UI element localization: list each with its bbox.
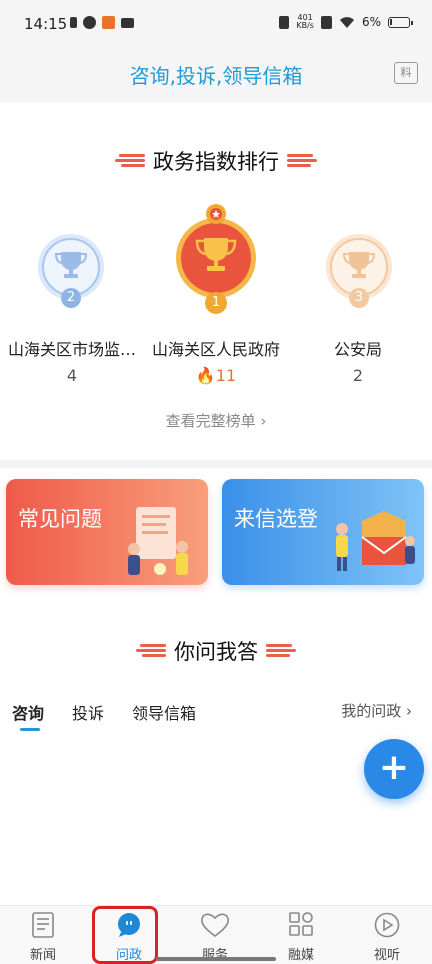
signal-off-icon: [320, 15, 332, 29]
nav-item-video[interactable]: 视听: [344, 906, 430, 964]
rank-count-value: 11: [215, 366, 237, 385]
nav-highlight-box: [92, 906, 158, 964]
message-icon[interactable]: 料: [394, 62, 418, 84]
faq-illustration-icon: [128, 507, 188, 575]
crown-badge-icon: [206, 204, 226, 224]
plus-icon[interactable]: +: [364, 739, 424, 799]
letters-card[interactable]: 来信选登: [222, 479, 424, 585]
app-header: 咨询,投诉,领导信箱 料: [0, 50, 432, 102]
page-title: 咨询,投诉,领导信箱: [129, 64, 303, 88]
battery-percent: 6%: [361, 15, 381, 29]
section-divider: [0, 460, 432, 468]
net-speed: 401 KB/s: [296, 14, 314, 30]
trophy-icon: [54, 252, 88, 278]
ranking-section: 政务指数排行 2 1 3 山海关区市场监… 山海关区人民政府 公安局 4 🔥11…: [0, 102, 432, 460]
grid-icon: [289, 912, 313, 936]
gold-medal-icon: 1: [176, 218, 256, 314]
status-bar: 14:15 401 KB/s 6%: [0, 0, 432, 50]
view-all-label: 查看完整榜单: [165, 412, 256, 430]
app-notification-icon: [102, 16, 115, 29]
rank-count-hot: 🔥11: [144, 366, 288, 385]
nav-item-service[interactable]: 服务: [172, 906, 258, 964]
news-icon: [32, 912, 54, 938]
bronze-medal-icon: 3: [326, 234, 392, 308]
status-right: 401 KB/s 6%: [279, 14, 413, 30]
rank-name[interactable]: 公安局: [286, 336, 430, 360]
crown-icon: [121, 17, 134, 28]
qa-tabs: 咨询 投诉 领导信箱 我的问政 ›: [0, 700, 432, 732]
nav-item-media[interactable]: 融媒: [258, 906, 344, 964]
vibrate-icon: [279, 15, 290, 29]
qa-title: 你问我答: [0, 636, 432, 666]
app-notification-icon: [83, 16, 96, 29]
sim-icon: [70, 17, 77, 28]
my-inquiries-link[interactable]: 我的问政 ›: [341, 700, 412, 721]
tab-leader-mailbox[interactable]: 领导信箱: [132, 700, 196, 724]
nav-label: 新闻: [29, 948, 56, 963]
bottom-nav: 新闻 问政 服务 融媒 视听: [0, 905, 432, 964]
notification-icons: [70, 16, 134, 29]
qa-title-text: 你问我答: [174, 640, 258, 664]
battery-icon: [388, 16, 413, 28]
chevron-right-icon: ›: [255, 412, 267, 430]
nav-label: 视听: [373, 948, 400, 963]
chevron-right-icon: ›: [401, 702, 412, 720]
title-stripes-right: [287, 154, 317, 168]
tab-complaint[interactable]: 投诉: [72, 700, 104, 724]
rank-badge: 2: [61, 288, 81, 308]
trophy-icon: [195, 238, 237, 271]
ranking-title: 政务指数排行: [0, 146, 432, 176]
faq-card[interactable]: 常见问题: [6, 479, 208, 585]
title-stripes-left: [136, 644, 166, 658]
silver-medal-icon: 2: [38, 234, 104, 308]
nav-item-news[interactable]: 新闻: [0, 906, 86, 964]
status-time: 14:15: [24, 15, 68, 33]
home-indicator[interactable]: [156, 957, 276, 961]
rank-name[interactable]: 山海关区市场监…: [0, 336, 144, 360]
heart-icon: [201, 913, 229, 937]
active-tab-indicator: [20, 728, 40, 731]
title-stripes-right: [266, 644, 296, 658]
trophy-icon: [342, 252, 376, 278]
rank-count: 4: [66, 366, 78, 385]
rank-badge: 1: [205, 292, 227, 314]
fire-icon: 🔥: [195, 366, 216, 385]
rank-name[interactable]: 山海关区人民政府: [144, 336, 288, 360]
play-icon: [374, 912, 400, 938]
letters-card-label: 来信选登: [234, 507, 318, 531]
tab-consult[interactable]: 咨询: [12, 700, 44, 724]
letters-illustration-icon: [336, 511, 415, 571]
view-all-link[interactable]: 查看完整榜单 ›: [0, 410, 432, 431]
rank-badge: 3: [349, 288, 369, 308]
faq-card-label: 常见问题: [18, 507, 102, 531]
title-stripes-left: [115, 154, 145, 168]
rank-count: 2: [352, 366, 364, 385]
ranking-title-text: 政务指数排行: [153, 150, 279, 174]
net-speed-unit: KB/s: [296, 21, 314, 30]
wifi-icon: [339, 16, 354, 28]
my-inquiries-label: 我的问政: [341, 702, 402, 720]
